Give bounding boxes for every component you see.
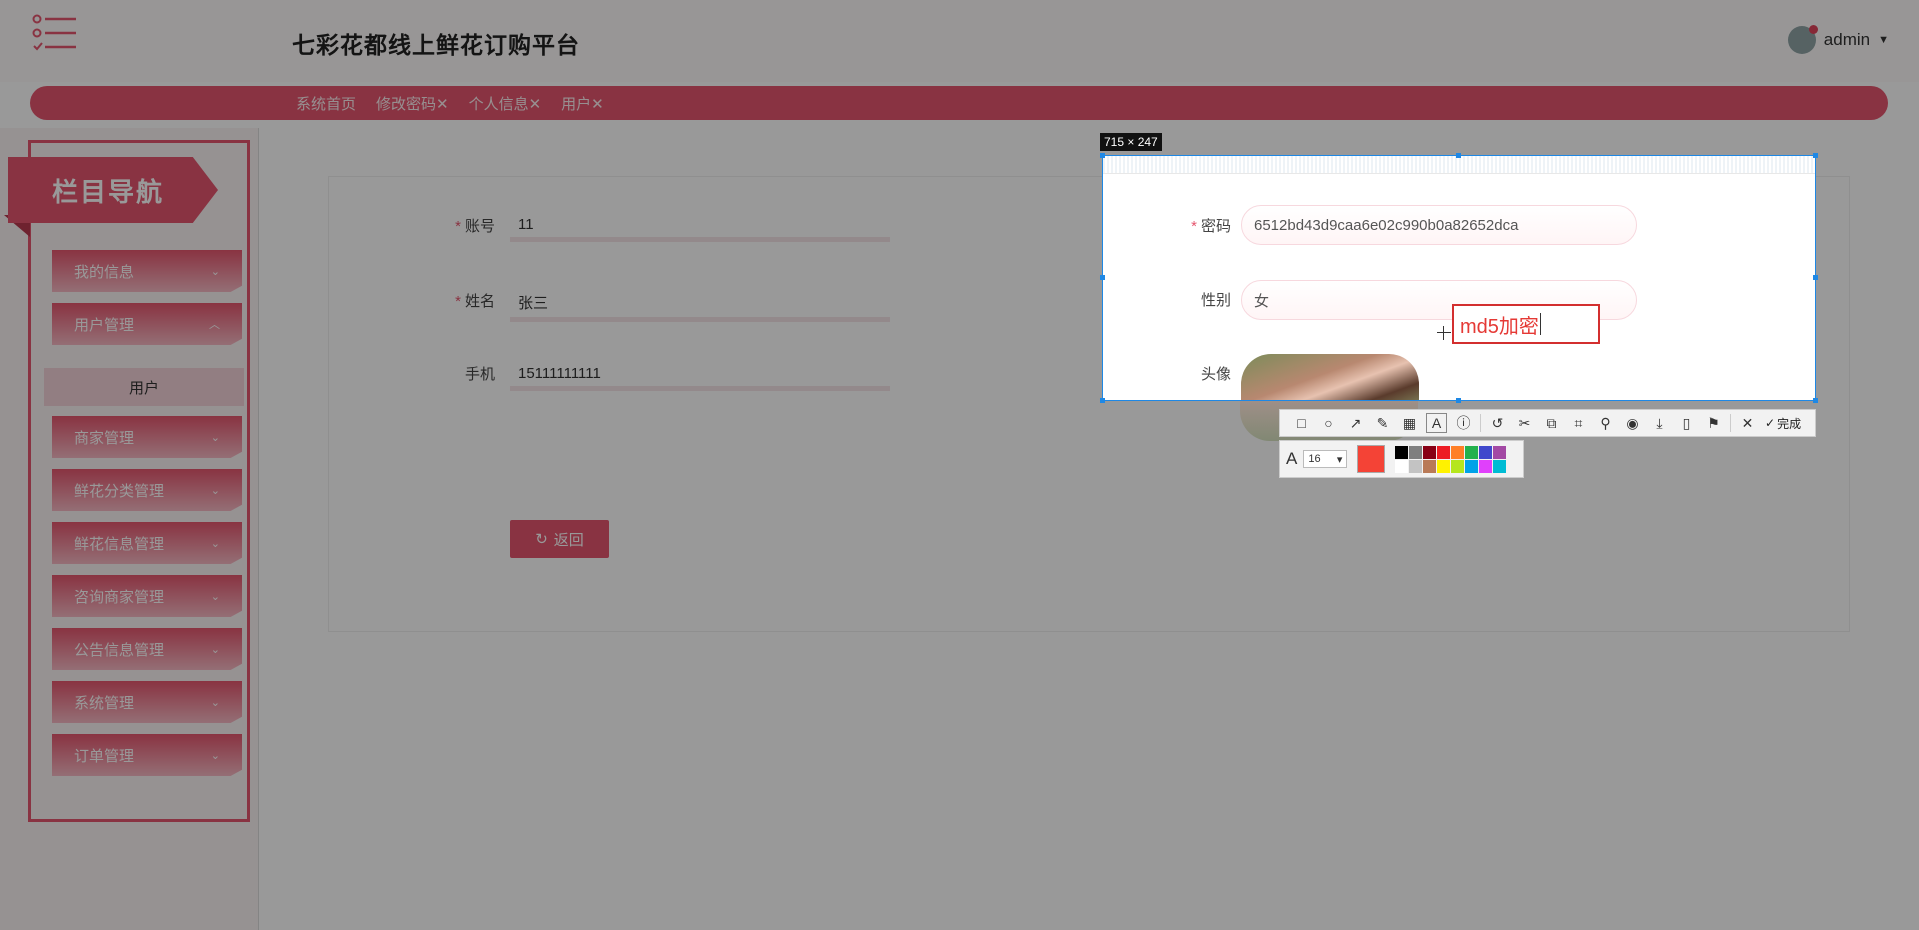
- current-color-swatch[interactable]: [1357, 445, 1386, 473]
- mosaic-tool-icon[interactable]: ▦: [1396, 410, 1423, 436]
- resize-handle[interactable]: [1813, 398, 1818, 403]
- crosshair-cursor-icon: [1437, 326, 1451, 340]
- font-size-select[interactable]: 16 ▾: [1303, 450, 1348, 468]
- color-swatch[interactable]: [1493, 445, 1507, 459]
- selection-size-label: 715 × 247: [1100, 133, 1162, 151]
- gender-label: 性别: [1200, 292, 1231, 309]
- record-icon[interactable]: ◉: [1619, 410, 1646, 436]
- color-swatch[interactable]: [1395, 445, 1409, 459]
- color-palette: [1395, 445, 1507, 473]
- resize-handle[interactable]: [1100, 275, 1105, 280]
- color-swatch[interactable]: [1395, 459, 1409, 473]
- color-swatch[interactable]: [1465, 459, 1479, 473]
- password-field[interactable]: 6512bd43d9caa6e02c990b0a82652dca: [1241, 205, 1637, 245]
- color-swatch[interactable]: [1479, 459, 1493, 473]
- color-swatch[interactable]: [1479, 445, 1493, 459]
- color-swatch[interactable]: [1423, 459, 1437, 473]
- translate-icon[interactable]: ⧉: [1538, 410, 1565, 436]
- color-swatch[interactable]: [1409, 459, 1423, 473]
- rectangle-tool-icon[interactable]: □: [1288, 410, 1315, 436]
- done-label: 完成: [1777, 416, 1802, 431]
- serial-number-tool-icon[interactable]: ⓘ: [1450, 410, 1477, 436]
- ocr-icon[interactable]: ⌗: [1565, 410, 1592, 436]
- done-button[interactable]: ✓ 完成: [1765, 415, 1801, 432]
- pin-icon[interactable]: ⚲: [1592, 410, 1619, 436]
- close-icon[interactable]: ✕: [1734, 410, 1761, 436]
- toolbar-divider: [1730, 414, 1731, 432]
- avatar-photo: [1241, 354, 1419, 400]
- bookmark-icon[interactable]: ⚑: [1700, 410, 1727, 436]
- capture-toolbar: □ ○ ↗ ✎ ▦ A ⓘ ↺ ✂ ⧉ ⌗ ⚲ ◉ ⤓ ▯ ⚑ ✕ ✓ 完成: [1279, 409, 1816, 437]
- arrow-tool-icon[interactable]: ↗: [1342, 410, 1369, 436]
- text-annotation[interactable]: md5加密: [1452, 304, 1600, 344]
- capture-dim-overlay: [0, 0, 1919, 930]
- color-swatch[interactable]: [1451, 445, 1465, 459]
- resize-handle[interactable]: [1813, 275, 1818, 280]
- color-swatch[interactable]: [1409, 445, 1423, 459]
- color-swatch[interactable]: [1437, 459, 1451, 473]
- color-swatch[interactable]: [1437, 445, 1451, 459]
- text-style-bar: A 16 ▾: [1279, 440, 1524, 478]
- color-swatch[interactable]: [1493, 459, 1507, 473]
- resize-handle[interactable]: [1456, 398, 1461, 403]
- cut-icon[interactable]: ✂: [1511, 410, 1538, 436]
- resize-handle[interactable]: [1456, 153, 1461, 158]
- password-label: * 密码: [1191, 218, 1231, 235]
- color-swatch[interactable]: [1465, 445, 1479, 459]
- resize-handle[interactable]: [1100, 153, 1105, 158]
- resize-handle[interactable]: [1100, 398, 1105, 403]
- download-icon[interactable]: ⤓: [1646, 410, 1673, 436]
- toolbar-divider: [1480, 414, 1481, 432]
- resize-handle[interactable]: [1813, 153, 1818, 158]
- color-swatch[interactable]: [1451, 459, 1465, 473]
- undo-icon[interactable]: ↺: [1484, 410, 1511, 436]
- font-icon: A: [1286, 449, 1298, 468]
- ellipse-tool-icon[interactable]: ○: [1315, 410, 1342, 436]
- pen-tool-icon[interactable]: ✎: [1369, 410, 1396, 436]
- selection-hatch: [1103, 156, 1815, 174]
- caret-down-icon: ▾: [1336, 453, 1343, 466]
- text-tool-icon[interactable]: A: [1423, 410, 1450, 436]
- phone-icon[interactable]: ▯: [1673, 410, 1700, 436]
- check-icon: ✓: [1765, 416, 1776, 430]
- color-swatch[interactable]: [1423, 445, 1437, 459]
- capture-selection[interactable]: * 密码 6512bd43d9caa6e02c990b0a82652dca 性别 …: [1102, 155, 1816, 401]
- font-size-value: 16: [1308, 453, 1321, 465]
- avatar-label: 头像: [1200, 366, 1231, 383]
